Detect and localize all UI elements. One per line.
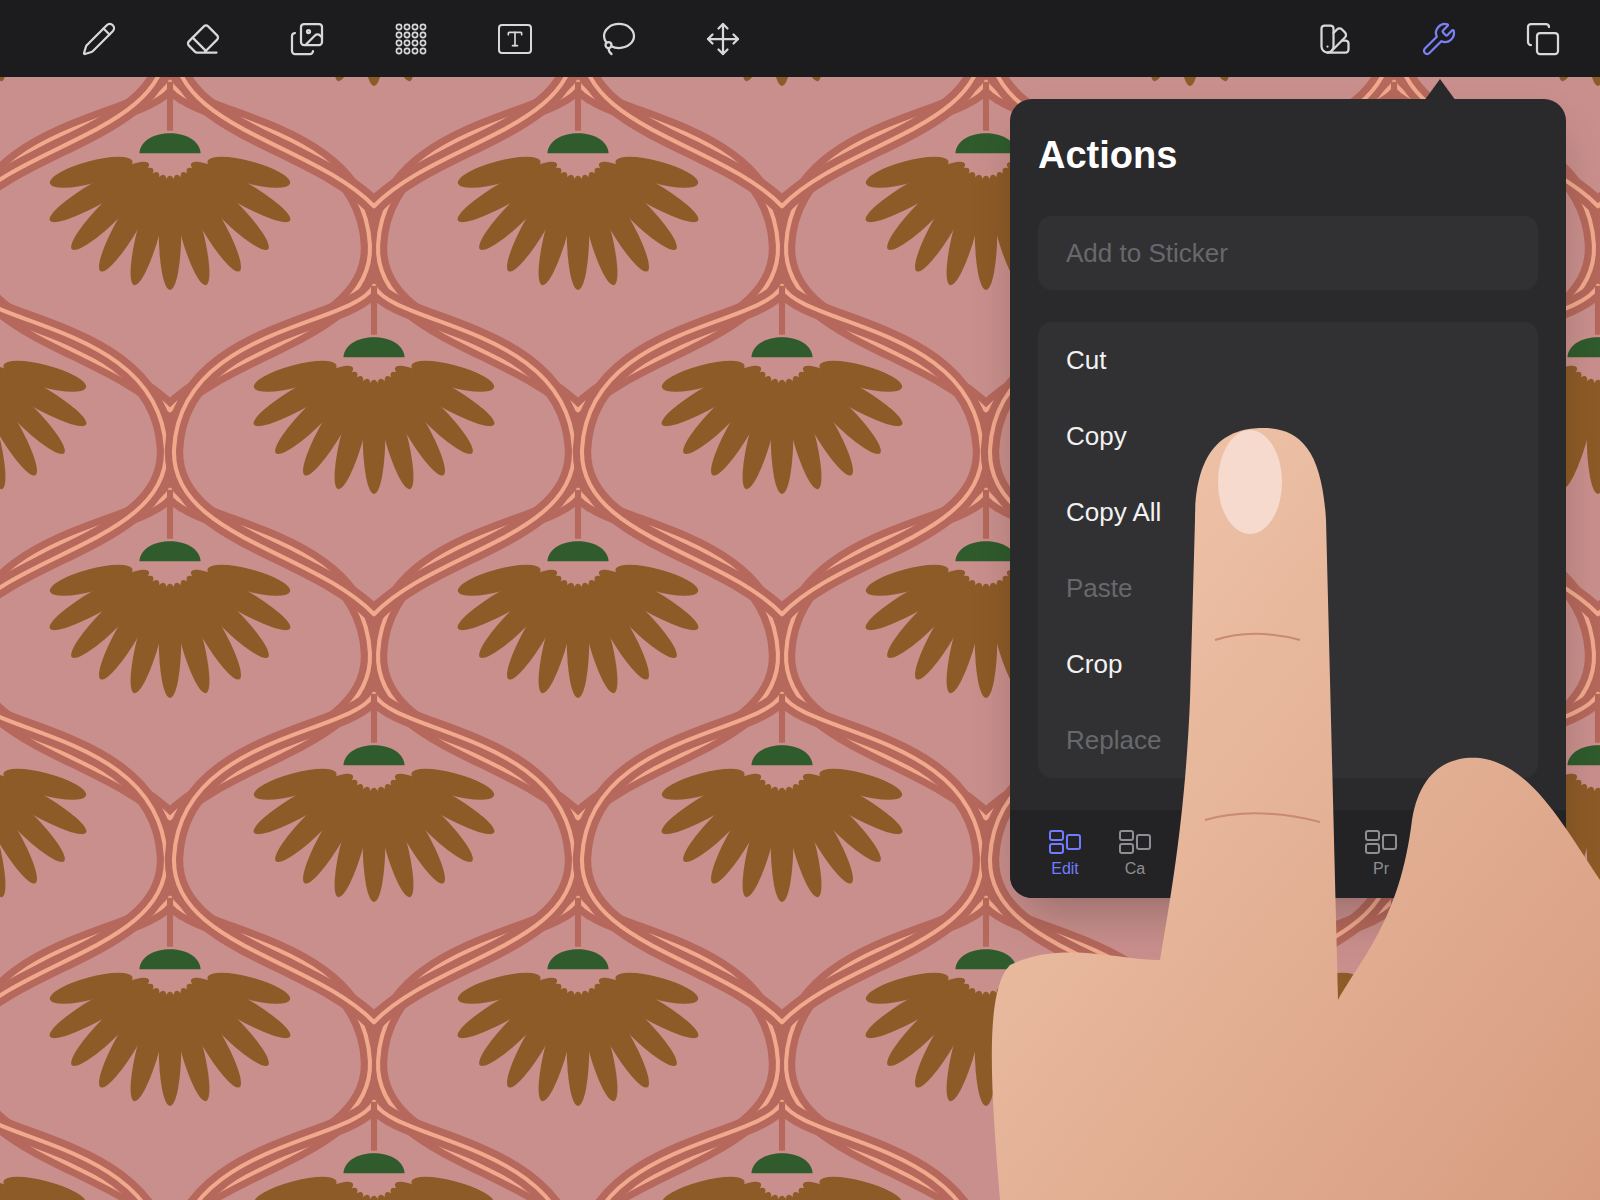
action-item[interactable]: Replace bbox=[1038, 702, 1538, 778]
tab-icon bbox=[1118, 829, 1152, 855]
action-tab[interactable]: Edit bbox=[1030, 829, 1100, 879]
tool-button[interactable] bbox=[275, 11, 339, 67]
panel-group bbox=[1303, 11, 1575, 67]
action-list: CutCopyCopy AllPasteCropReplace bbox=[1038, 322, 1538, 778]
hand-photo bbox=[0, 0, 1600, 1200]
gallery-icon bbox=[289, 21, 325, 57]
tool-button[interactable] bbox=[171, 11, 235, 67]
tool-button[interactable] bbox=[691, 11, 755, 67]
actions-popover: Actions Add to Sticker CutCopyCopy AllPast… bbox=[1010, 99, 1566, 898]
tab-icon bbox=[1048, 829, 1082, 855]
selection-icon bbox=[601, 21, 637, 57]
action-item[interactable]: Crop bbox=[1038, 626, 1538, 702]
layers-icon bbox=[1525, 21, 1561, 57]
tool-button[interactable] bbox=[587, 11, 651, 67]
popover-arrow bbox=[1424, 79, 1456, 101]
toolbar bbox=[0, 0, 1600, 77]
tool-group bbox=[67, 11, 755, 67]
wrench-icon bbox=[1421, 21, 1457, 57]
pencil-icon bbox=[81, 21, 117, 57]
tab-icon bbox=[1364, 829, 1398, 855]
panel-button[interactable] bbox=[1511, 11, 1575, 67]
tool-button[interactable] bbox=[483, 11, 547, 67]
action-item[interactable]: Cut bbox=[1038, 322, 1538, 398]
tab-bar: EditCa Pr bbox=[1010, 810, 1566, 898]
panel-button[interactable] bbox=[1303, 11, 1367, 67]
symmetry-icon bbox=[393, 21, 429, 57]
action-tab[interactable]: Pr bbox=[1356, 829, 1406, 879]
swatches-icon bbox=[1317, 21, 1353, 57]
tool-button[interactable] bbox=[67, 11, 131, 67]
action-item[interactable]: Paste bbox=[1038, 550, 1538, 626]
eraser-icon bbox=[185, 21, 221, 57]
app: Actions Add to Sticker CutCopyCopy AllPast… bbox=[0, 0, 1600, 1200]
action-item[interactable]: Copy bbox=[1038, 398, 1538, 474]
move-icon bbox=[705, 21, 741, 57]
action-item[interactable]: Copy All bbox=[1038, 474, 1538, 550]
tool-button[interactable] bbox=[379, 11, 443, 67]
panel-button[interactable] bbox=[1407, 11, 1471, 67]
popover-title: Actions bbox=[1038, 131, 1538, 179]
text-icon bbox=[498, 24, 532, 54]
add-to-sticker-button[interactable]: Add to Sticker bbox=[1038, 216, 1538, 290]
action-tab[interactable]: Ca bbox=[1100, 829, 1170, 879]
